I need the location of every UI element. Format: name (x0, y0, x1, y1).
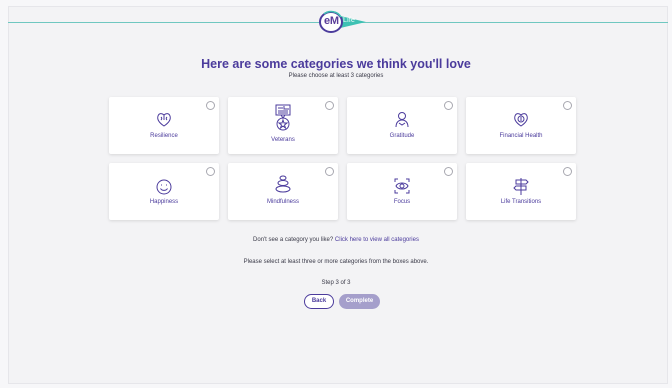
category-radio[interactable] (325, 167, 334, 176)
step-indicator: Step 3 of 3 (321, 280, 351, 286)
category-radio[interactable] (325, 101, 334, 110)
category-radio[interactable] (563, 101, 572, 110)
back-button[interactable]: Back (304, 294, 334, 309)
logo-suffix-text: Life (343, 17, 356, 24)
category-card-happiness[interactable]: Happiness (109, 163, 219, 220)
category-label: Happiness (149, 199, 179, 205)
view-all-note: Don't see a category you like? Click her… (0, 237, 672, 243)
flag-medal-icon (273, 103, 293, 133)
category-card-gratitude[interactable]: Gratitude (347, 97, 457, 154)
heart-dollar-icon (512, 111, 530, 129)
category-radio[interactable] (563, 167, 572, 176)
category-radio[interactable] (206, 101, 215, 110)
category-card-mindfulness[interactable]: Mindfulness (228, 163, 338, 220)
category-label: Gratitude (389, 133, 415, 139)
page-title: Here are some categories we think you'll… (201, 57, 471, 71)
category-label: Resilience (150, 133, 178, 139)
category-radio[interactable] (444, 101, 453, 110)
em-life-logo: eM Life (314, 10, 368, 34)
view-all-categories-link[interactable]: Click here to view all categories (335, 237, 419, 243)
validation-message: Please select at least three or more cat… (243, 259, 429, 265)
stacked-stones-icon (274, 175, 292, 195)
category-grid: Resilience Veterans Gratitude Financial … (109, 97, 576, 220)
person-hands-icon (393, 111, 411, 129)
logo-icon (319, 10, 366, 33)
category-card-financial-health[interactable]: Financial Health (466, 97, 576, 154)
category-card-focus[interactable]: Focus (347, 163, 457, 220)
brain-heart-icon (155, 111, 173, 129)
smiley-icon (155, 178, 173, 196)
category-label: Life Transitions (500, 199, 542, 205)
complete-button[interactable]: Complete (339, 294, 380, 309)
category-label: Focus (393, 199, 411, 205)
category-card-veterans[interactable]: Veterans (228, 97, 338, 154)
category-label: Veterans (271, 137, 295, 143)
category-card-resilience[interactable]: Resilience (109, 97, 219, 154)
category-radio[interactable] (444, 167, 453, 176)
category-label: Mindfulness (266, 199, 299, 205)
signpost-icon (512, 176, 530, 196)
logo-brand-text: eM (324, 15, 339, 27)
view-all-prompt: Don't see a category you like? (253, 237, 334, 243)
category-radio[interactable] (206, 167, 215, 176)
page-subtitle: Please choose at least 3 categories (288, 73, 384, 79)
category-label: Financial Health (499, 133, 543, 139)
category-card-life-transitions[interactable]: Life Transitions (466, 163, 576, 220)
eye-focus-icon (393, 177, 411, 195)
